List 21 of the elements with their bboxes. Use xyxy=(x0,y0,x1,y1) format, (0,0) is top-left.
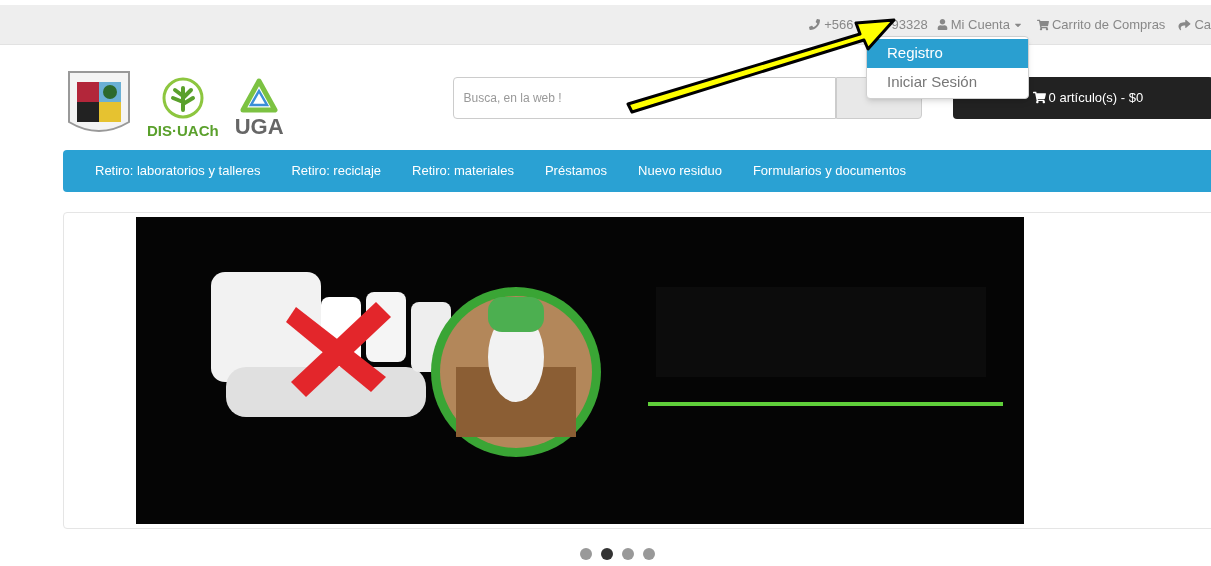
cart-icon xyxy=(1032,91,1046,104)
checkout-link[interactable]: Ca xyxy=(1194,14,1211,35)
account-link[interactable]: Mi Cuenta xyxy=(950,14,1010,35)
nav-link[interactable]: Retiro: materiales xyxy=(412,161,514,181)
logo-text: DIS·UACh xyxy=(147,122,219,138)
phone-icon xyxy=(809,19,821,30)
nav-link[interactable]: Nuevo residuo xyxy=(638,161,722,181)
phone-number: 93328 xyxy=(891,15,928,34)
nav-link[interactable]: Retiro: reciclaje xyxy=(291,161,382,181)
logo-text: UGA xyxy=(234,115,284,138)
menu-item[interactable]: Registro xyxy=(867,39,1028,68)
leaf-circle-icon xyxy=(160,75,205,120)
share-icon xyxy=(1178,18,1192,31)
nav-link[interactable]: Formularios y documentos xyxy=(752,161,907,181)
user-icon xyxy=(936,19,948,30)
cart-link[interactable]: Carrito de Compras xyxy=(1051,14,1166,35)
cart-icon xyxy=(1036,18,1049,31)
nav-link[interactable]: Retiro: laboratorios y talleres xyxy=(95,161,261,181)
nav-link[interactable]: Préstamos xyxy=(544,161,608,181)
search-field[interactable]: Busca, en la web ! xyxy=(452,76,836,119)
phone-number: +566 xyxy=(824,15,854,34)
